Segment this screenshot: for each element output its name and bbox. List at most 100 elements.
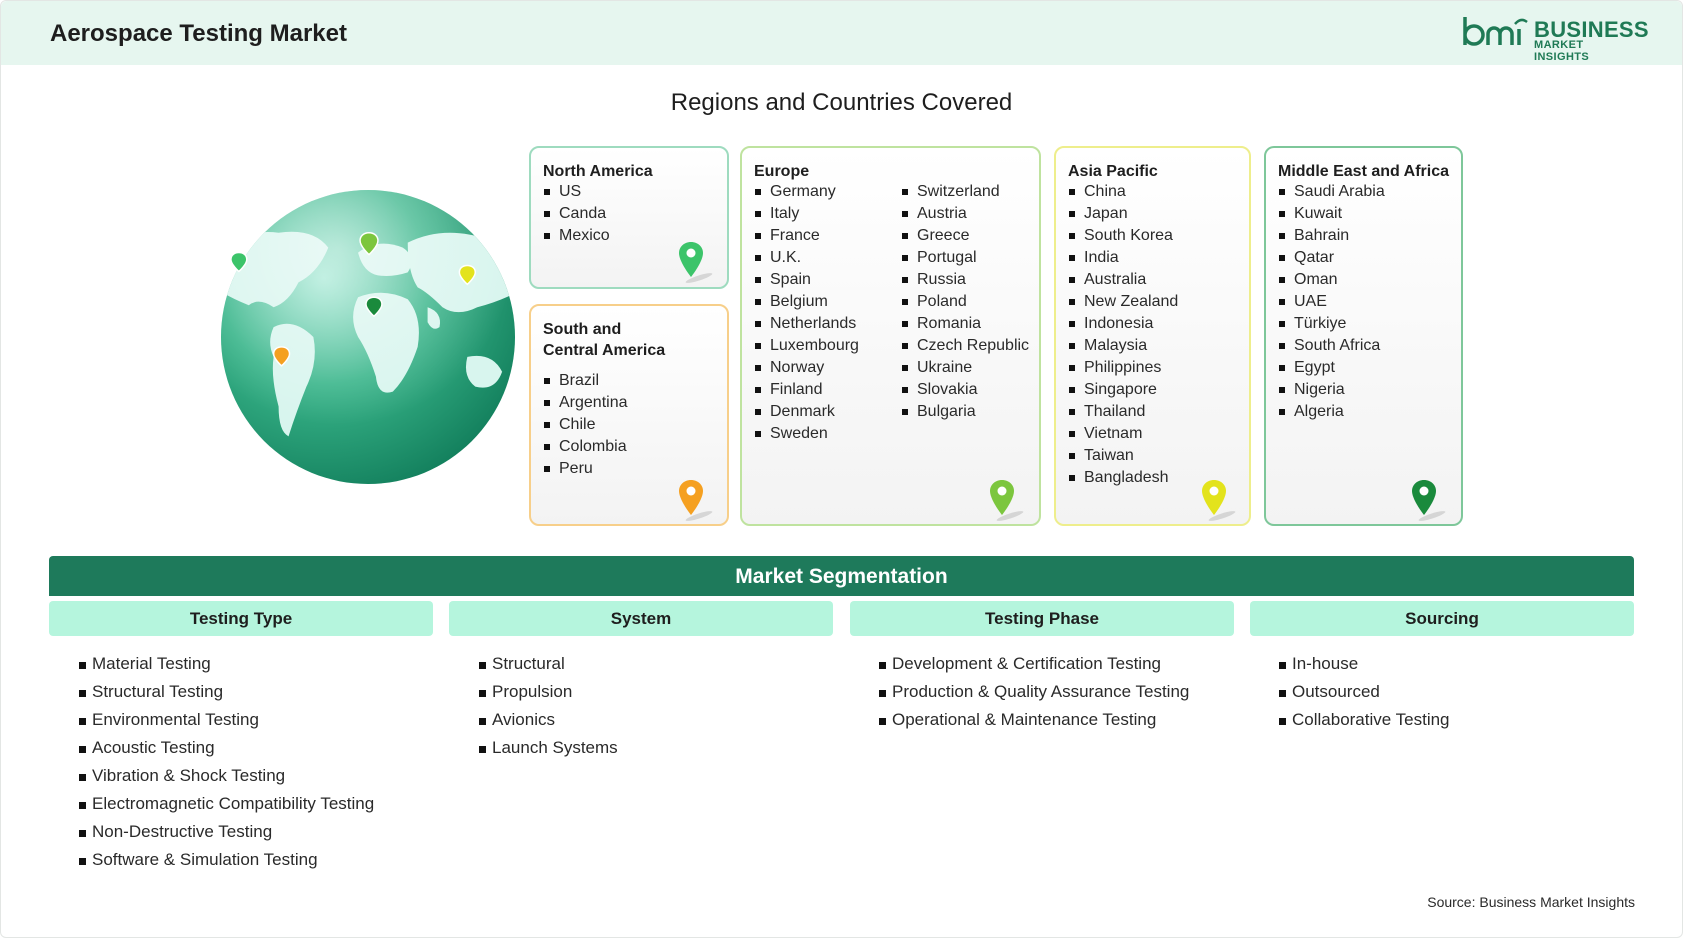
list-item: Singapore xyxy=(1068,379,1178,401)
map-pin-icon xyxy=(679,480,713,521)
list-item: Romania xyxy=(901,313,1029,335)
list-item: Operational & Maintenance Testing xyxy=(878,706,1189,734)
list-item: Taiwan xyxy=(1068,445,1178,467)
list-item: Electromagnetic Compatibility Testing xyxy=(78,790,374,818)
list-item: Peru xyxy=(543,458,628,480)
segment-header-system: System xyxy=(449,601,833,636)
list-item: India xyxy=(1068,247,1178,269)
segment-list-sourcing: In-house Outsourced Collaborative Testing xyxy=(1278,650,1450,734)
list-item: Italy xyxy=(754,203,859,225)
logo-subtext: MARKET INSIGHTS xyxy=(1534,39,1590,63)
country-list: China Japan South Korea India Australia New Z… xyxy=(1068,181,1178,489)
segmentation-title: Market Segmentation xyxy=(735,565,948,588)
country-list: Brazil Argentina Chile Colombia Peru xyxy=(543,370,628,480)
list-item: Bulgaria xyxy=(901,401,1029,423)
list-item: Chile xyxy=(543,414,628,436)
list-item: Netherlands xyxy=(754,313,859,335)
list-item: Colombia xyxy=(543,436,628,458)
list-item: Nigeria xyxy=(1278,379,1385,401)
list-item: Bangladesh xyxy=(1068,467,1178,489)
list-item: France xyxy=(754,225,859,247)
list-item: Environmental Testing xyxy=(78,706,374,734)
list-item: South Africa xyxy=(1278,335,1385,357)
list-item: Philippines xyxy=(1068,357,1178,379)
list-item: New Zealand xyxy=(1068,291,1178,313)
card-asia-pacific: Asia Pacific China Japan South Korea India A… xyxy=(1054,146,1251,526)
header: Aerospace Testing Market BUSINESS MARKET… xyxy=(1,1,1682,65)
country-list-col2: Switzerland Austria Greece Portugal Russia Po… xyxy=(901,181,1029,423)
list-item: US xyxy=(543,181,610,203)
segment-header-sourcing: Sourcing xyxy=(1250,601,1634,636)
list-item: Austria xyxy=(901,203,1029,225)
list-item: Switzerland xyxy=(901,181,1029,203)
list-item: Norway xyxy=(754,357,859,379)
card-title: North America xyxy=(543,163,653,180)
list-item: Slovakia xyxy=(901,379,1029,401)
list-item: Software & Simulation Testing xyxy=(78,846,374,874)
list-item: Algeria xyxy=(1278,401,1385,423)
card-europe: Europe Germany Italy France U.K. Spain Belgiu… xyxy=(740,146,1041,526)
country-list-col1: Germany Italy France U.K. Spain Belgium Nether… xyxy=(754,181,859,445)
segment-list-system: Structural Propulsion Avionics Launch Syste… xyxy=(478,650,618,762)
list-item: Kuwait xyxy=(1278,203,1385,225)
bmi-logo-icon xyxy=(1463,17,1528,46)
list-item: UAE xyxy=(1278,291,1385,313)
list-item: Argentina xyxy=(543,392,628,414)
list-item: Ukraine xyxy=(901,357,1029,379)
card-title: Middle East and Africa xyxy=(1278,163,1449,180)
list-item: Russia xyxy=(901,269,1029,291)
list-item: Thailand xyxy=(1068,401,1178,423)
list-item: U.K. xyxy=(754,247,859,269)
page-title: Aerospace Testing Market xyxy=(50,20,347,47)
card-north-america: North America US Canda Mexico xyxy=(529,146,729,289)
list-item: Qatar xyxy=(1278,247,1385,269)
card-title: Asia Pacific xyxy=(1068,163,1158,180)
list-item: Japan xyxy=(1068,203,1178,225)
list-item: Luxembourg xyxy=(754,335,859,357)
map-pin-icon xyxy=(679,242,713,283)
list-item: Czech Republic xyxy=(901,335,1029,357)
list-item: Outsourced xyxy=(1278,678,1450,706)
list-item: Acoustic Testing xyxy=(78,734,374,762)
list-item: Development & Certification Testing xyxy=(878,650,1189,678)
list-item: Avionics xyxy=(478,706,618,734)
list-item: Canda xyxy=(543,203,610,225)
segmentation-header: Market Segmentation xyxy=(49,556,1634,596)
map-pin-icon xyxy=(1202,480,1236,521)
list-item: Finland xyxy=(754,379,859,401)
list-item: Production & Quality Assurance Testing xyxy=(878,678,1189,706)
list-item: Collaborative Testing xyxy=(1278,706,1450,734)
list-item: In-house xyxy=(1278,650,1450,678)
card-title-line1: South and xyxy=(543,321,622,338)
list-item: Vibration & Shock Testing xyxy=(78,762,374,790)
list-item: Sweden xyxy=(754,423,859,445)
list-item: China xyxy=(1068,181,1178,203)
list-item: Denmark xyxy=(754,401,859,423)
list-item: Australia xyxy=(1068,269,1178,291)
list-item: Germany xyxy=(754,181,859,203)
list-item: South Korea xyxy=(1068,225,1178,247)
segment-header-testing-type: Testing Type xyxy=(49,601,433,636)
card-south-central-america: South and Central America Brazil Argentin… xyxy=(529,304,729,526)
card-title: South and Central America xyxy=(543,319,665,361)
list-item: Vietnam xyxy=(1068,423,1178,445)
list-item: Türkiye xyxy=(1278,313,1385,335)
card-title-line2: Central America xyxy=(543,342,666,359)
list-item: Greece xyxy=(901,225,1029,247)
country-list: US Canda Mexico xyxy=(543,181,610,247)
list-item: Spain xyxy=(754,269,859,291)
list-item: Poland xyxy=(901,291,1029,313)
list-item: Propulsion xyxy=(478,678,618,706)
list-item: Material Testing xyxy=(78,650,374,678)
list-item: Egypt xyxy=(1278,357,1385,379)
list-item: Belgium xyxy=(754,291,859,313)
list-item: Saudi Arabia xyxy=(1278,181,1385,203)
globe-illustration xyxy=(220,189,516,485)
map-pin-icon xyxy=(1412,480,1446,521)
segment-list-testing-type: Material Testing Structural Testing Enviro… xyxy=(78,650,374,874)
country-list: Saudi Arabia Kuwait Bahrain Qatar Oman UAE Tür… xyxy=(1278,181,1385,423)
list-item: Indonesia xyxy=(1068,313,1178,335)
list-item: Structural xyxy=(478,650,618,678)
list-item: Oman xyxy=(1278,269,1385,291)
list-item: Launch Systems xyxy=(478,734,618,762)
